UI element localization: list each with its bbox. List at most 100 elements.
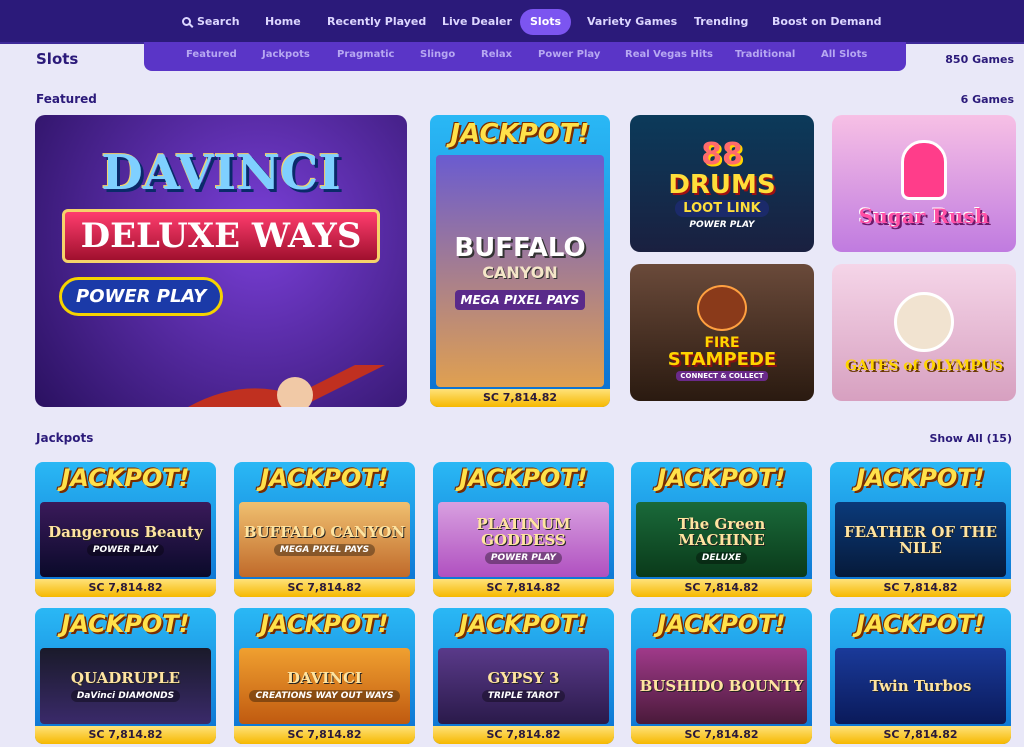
jackpot-banner: JACKPOT!: [459, 610, 588, 638]
jackpot-game-name: Dangerous Beauty: [48, 522, 203, 541]
subnav-relax[interactable]: Relax: [481, 49, 512, 60]
gumball-machine-icon: [901, 139, 947, 200]
nav-trending[interactable]: Trending: [684, 9, 758, 35]
jackpot-amount: SC 7,814.82: [830, 579, 1011, 597]
olympus-title: GATES of OLYMPUS: [845, 357, 1003, 374]
jackpot-tile[interactable]: JACKPOT! GYPSY 3 TRIPLE TAROT SC 7,814.82: [433, 608, 614, 744]
jackpot-game-badge: MEGA PIXEL PAYS: [273, 543, 376, 556]
top-navigation: Search Home Recently Played Live Dealer …: [0, 0, 1024, 44]
show-all-link[interactable]: Show All (15): [929, 432, 1012, 445]
sugar-rush-title: Sugar Rush: [858, 203, 990, 228]
jackpot-tile[interactable]: JACKPOT! DAVINCI CREATIONS WAY OUT WAYS SC …: [234, 608, 415, 744]
jackpot-banner: JACKPOT!: [856, 610, 985, 638]
jackpot-game-art: BUFFALO CANYON MEGA PIXEL PAYS: [239, 502, 410, 577]
jackpot-game-badge: POWER PLAY: [86, 543, 165, 556]
jackpot-game-badge: CREATIONS WAY OUT WAYS: [249, 690, 400, 702]
jackpots-heading: Jackpots: [36, 431, 94, 445]
jackpot-banner: JACKPOT!: [657, 610, 786, 638]
jackpot-game-name: FEATHER OF THE NILE: [843, 522, 998, 557]
jackpot-tile[interactable]: JACKPOT! PLATINUM GODDESS POWER PLAY SC 7,8…: [433, 462, 614, 597]
jackpot-banner: JACKPOT!: [856, 464, 985, 492]
jackpot-game-art: GYPSY 3 TRIPLE TAROT: [438, 648, 609, 724]
jackpot-amount: SC 7,814.82: [35, 579, 216, 597]
subnav-pragmatic[interactable]: Pragmatic: [337, 49, 394, 60]
jackpot-game-badge: DELUXE: [695, 551, 748, 564]
jackpot-tile[interactable]: JACKPOT! Dangerous Beauty POWER PLAY SC 7,8…: [35, 462, 216, 597]
game-tile-fire-stampede[interactable]: FIRE STAMPEDE CONNECT & COLLECT: [630, 264, 814, 401]
jackpot-game-art: Dangerous Beauty POWER PLAY: [40, 502, 211, 577]
sugar-rush-art: Sugar Rush: [832, 115, 1016, 252]
buffalo-title: BUFFALO: [454, 232, 586, 263]
zeus-icon: [894, 291, 954, 352]
jackpot-game-art: DAVINCI CREATIONS WAY OUT WAYS: [239, 648, 410, 724]
power-play-badge: POWER PLAY: [59, 277, 224, 316]
nav-recently-played[interactable]: Recently Played: [317, 9, 436, 35]
jackpot-game-name: PLATINUM GODDESS: [476, 514, 571, 549]
featured-count: 6 Games: [960, 93, 1014, 106]
game-tile-buffalo-canyon-featured[interactable]: JACKPOT! BUFFALO CANYON MEGA PIXEL PAYS …: [430, 115, 610, 407]
drums-power-play: POWER PLAY: [689, 220, 755, 230]
drums-title: DRUMS: [668, 170, 776, 200]
jackpot-tile[interactable]: JACKPOT! Twin Turbos SC 7,814.82: [830, 608, 1011, 744]
jackpot-amount: SC 7,814.82: [631, 579, 812, 597]
jackpot-tile[interactable]: JACKPOT! The Green MACHINE DELUXE SC 7,814.…: [631, 462, 812, 597]
jackpot-game-name: The Green MACHINE: [677, 514, 766, 549]
subnav-featured[interactable]: Featured: [186, 49, 237, 60]
nav-search[interactable]: Search: [172, 9, 250, 35]
jackpot-game-name: BUSHIDO BOUNTY: [639, 677, 804, 695]
jackpot-game-art: The Green MACHINE DELUXE: [636, 502, 807, 577]
paintbrush-icon: [188, 365, 385, 407]
search-icon: [182, 17, 191, 26]
game-tile-davinci-deluxe-ways[interactable]: DAVINCI DELUXE WAYS POWER PLAY: [35, 115, 407, 407]
subnav-jackpots[interactable]: Jackpots: [262, 49, 310, 60]
jackpot-tile[interactable]: JACKPOT! QUADRUPLE DaVinci DIAMONDS SC 7,81…: [35, 608, 216, 744]
jackpot-banner: JACKPOT!: [657, 464, 786, 492]
subnav-all-slots[interactable]: All Slots: [821, 49, 867, 60]
mega-pixel-badge: MEGA PIXEL PAYS: [454, 289, 586, 310]
nav-home[interactable]: Home: [255, 9, 311, 35]
game-tile-88-drums[interactable]: 88 DRUMS LOOT LINK POWER PLAY: [630, 115, 814, 252]
jackpot-tile[interactable]: JACKPOT! FEATHER OF THE NILE SC 7,814.82: [830, 462, 1011, 597]
game-tile-sugar-rush[interactable]: Sugar Rush: [832, 115, 1016, 252]
stampede-title: STAMPEDE: [667, 348, 777, 370]
jackpot-game-art: FEATHER OF THE NILE: [835, 502, 1006, 577]
davinci-subtitle: DELUXE WAYS: [61, 209, 381, 263]
jackpot-banner: JACKPOT!: [260, 610, 389, 638]
nav-boost-on-demand[interactable]: Boost on Demand: [762, 9, 892, 35]
davinci-title: DAVINCI: [101, 145, 341, 201]
subnav-power-play[interactable]: Power Play: [538, 49, 600, 60]
subnav-traditional[interactable]: Traditional: [735, 49, 795, 60]
jackpot-banner: JACKPOT!: [61, 464, 190, 492]
nav-slots[interactable]: Slots: [520, 9, 572, 35]
page-title: Slots: [36, 50, 79, 68]
subnav-slingo[interactable]: Slingo: [420, 49, 455, 60]
subnav-real-vegas-hits[interactable]: Real Vegas Hits: [625, 49, 713, 60]
nav-live-dealer[interactable]: Live Dealer: [432, 9, 522, 35]
88-drums-art: 88 DRUMS LOOT LINK POWER PLAY: [630, 115, 814, 252]
featured-heading: Featured: [36, 92, 97, 106]
buffalo-head-icon: [697, 284, 747, 331]
game-count: 850 Games: [945, 53, 1014, 66]
nav-variety-games[interactable]: Variety Games: [577, 9, 687, 35]
jackpot-amount: SC 7,814.82: [830, 726, 1011, 744]
slots-subnav: Featured Jackpots Pragmatic Slingo Relax…: [144, 42, 906, 71]
connect-collect-label: CONNECT & COLLECT: [676, 370, 768, 381]
jackpot-tile[interactable]: JACKPOT! BUFFALO CANYON MEGA PIXEL PAYS SC …: [234, 462, 415, 597]
loot-link-label: LOOT LINK: [675, 200, 769, 217]
jackpot-game-art: BUSHIDO BOUNTY: [636, 648, 807, 724]
canyon-title: CANYON: [482, 262, 558, 282]
drums-number: 88: [701, 137, 743, 172]
fire-stampede-art: FIRE STAMPEDE CONNECT & COLLECT: [630, 264, 814, 401]
gates-of-olympus-art: GATES of OLYMPUS: [832, 264, 1016, 401]
jackpot-game-badge: TRIPLE TAROT: [481, 690, 566, 702]
jackpot-banner: JACKPOT!: [450, 119, 590, 149]
jackpot-game-name: QUADRUPLE: [70, 669, 181, 687]
jackpot-amount: SC 7,814.82: [35, 726, 216, 744]
jackpot-amount: SC 7,814.82: [234, 726, 415, 744]
jackpot-game-art: PLATINUM GODDESS POWER PLAY: [438, 502, 609, 577]
jackpot-amount: SC 7,814.82: [430, 389, 610, 407]
game-tile-gates-of-olympus[interactable]: GATES of OLYMPUS: [832, 264, 1016, 401]
jackpot-tile[interactable]: JACKPOT! BUSHIDO BOUNTY SC 7,814.82: [631, 608, 812, 744]
jackpot-banner: JACKPOT!: [61, 610, 190, 638]
jackpot-amount: SC 7,814.82: [433, 726, 614, 744]
